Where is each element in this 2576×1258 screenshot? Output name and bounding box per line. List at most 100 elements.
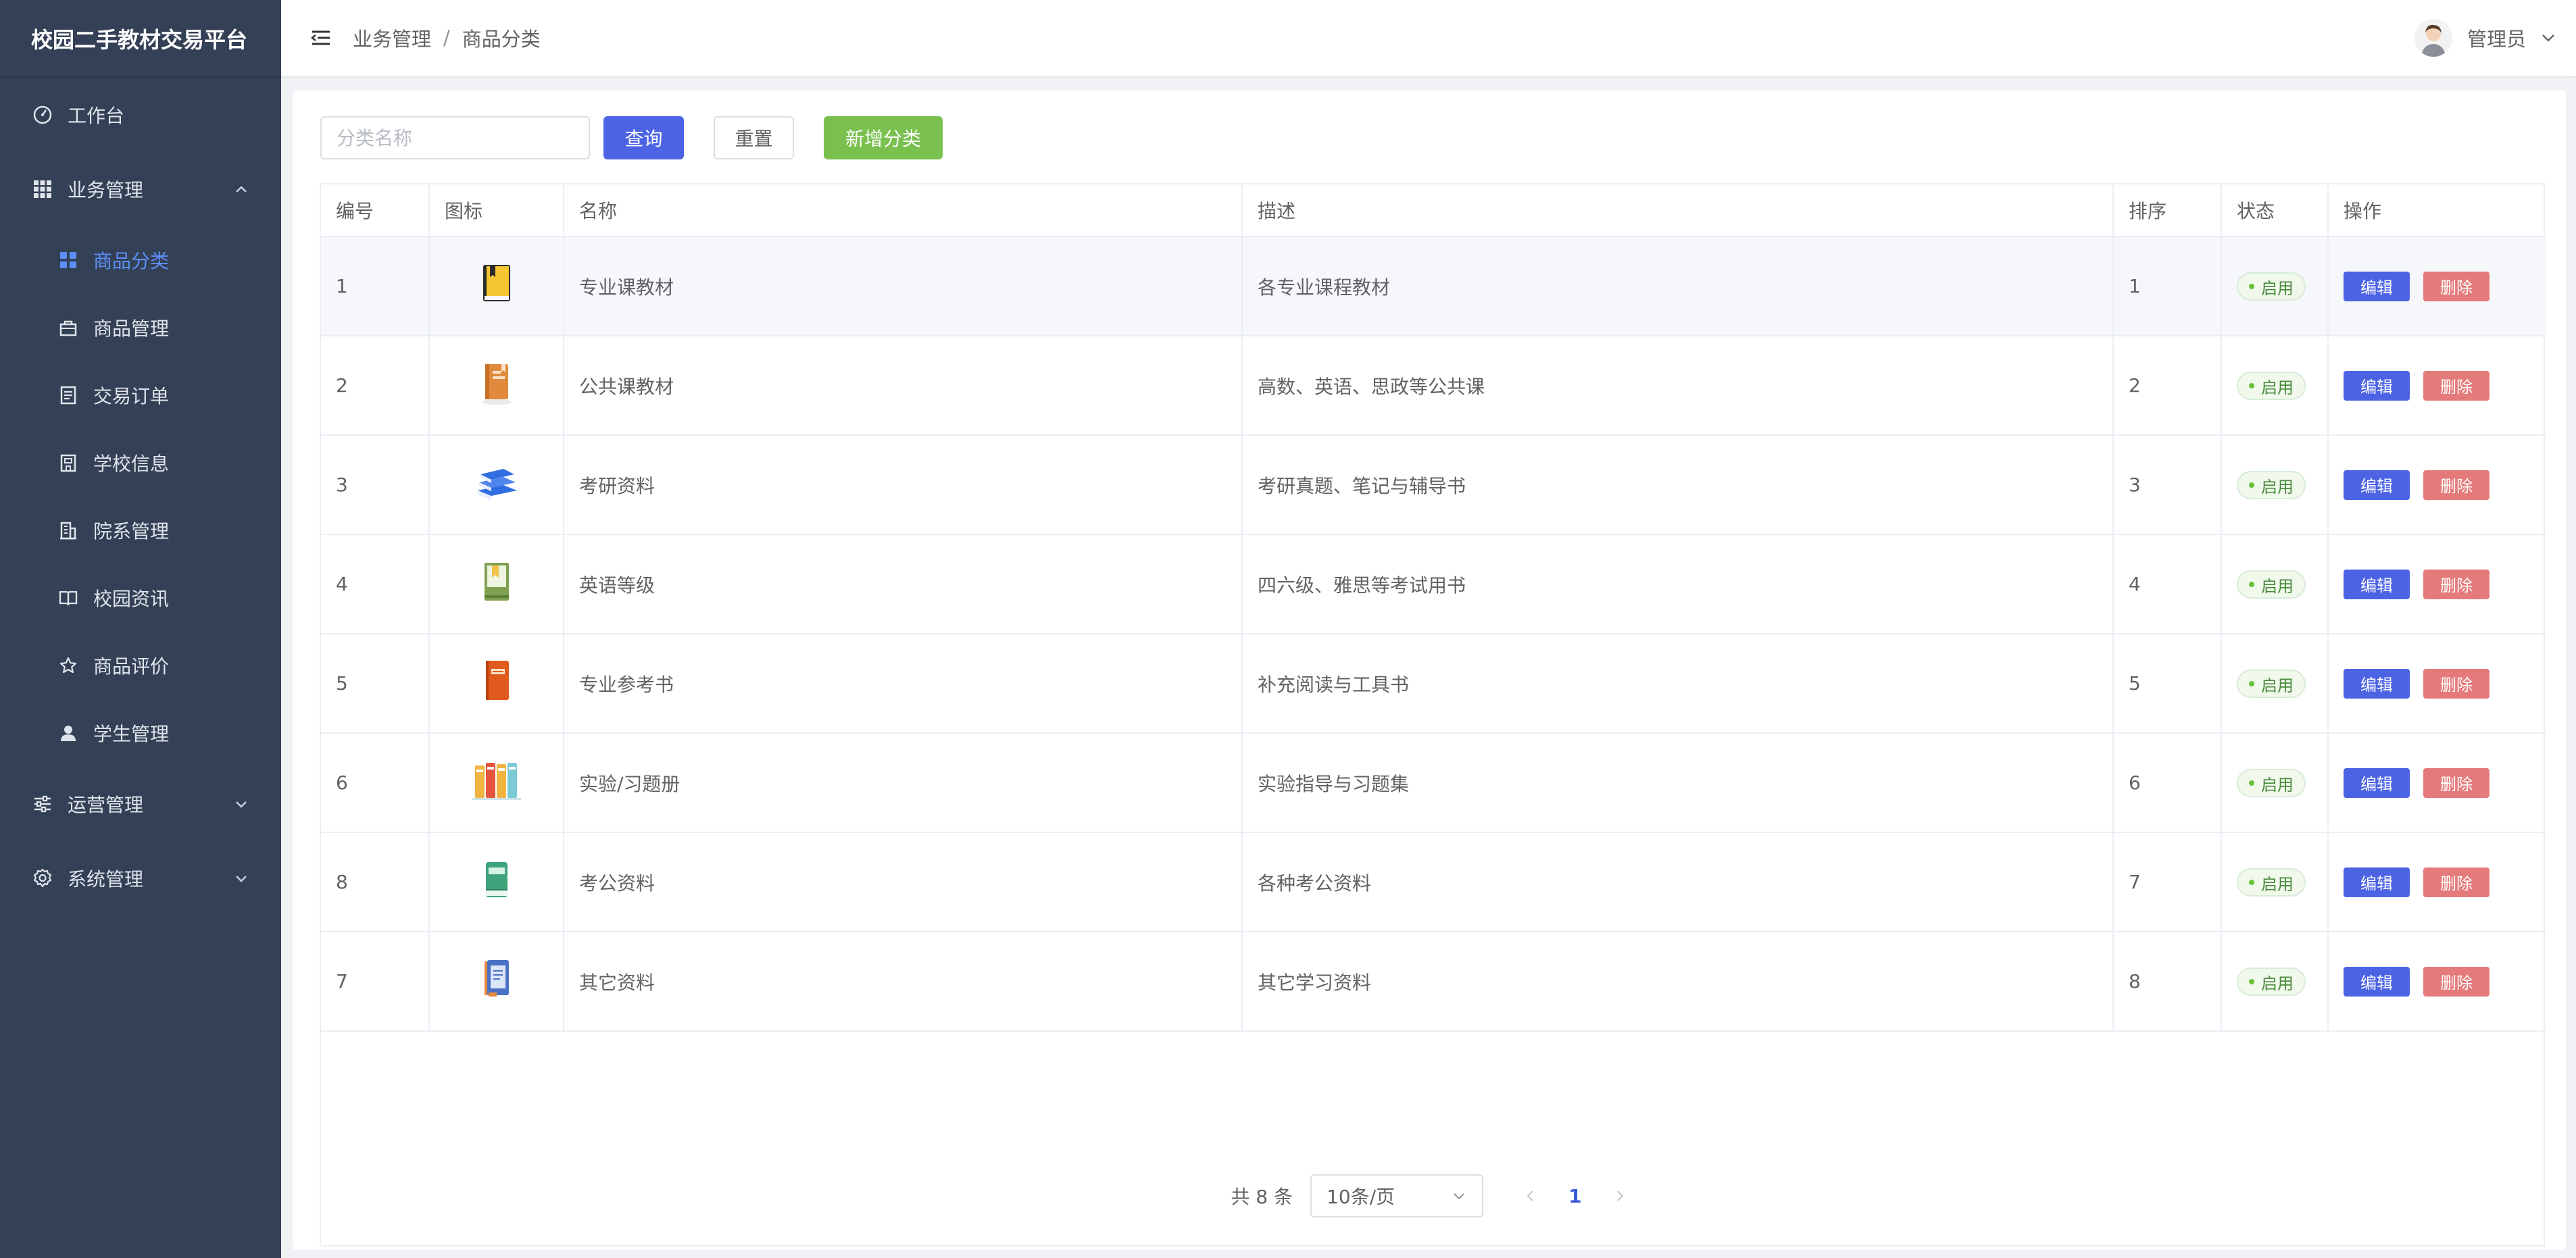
sidebar-item-reviews[interactable]: 商品评价 <box>0 632 281 699</box>
cell-sort: 2 <box>2113 336 2222 436</box>
delete-button[interactable]: 删除 <box>2423 668 2490 699</box>
edit-button[interactable]: 编辑 <box>2344 966 2410 997</box>
status-badge: 启用 <box>2237 670 2306 698</box>
cell-sort: 5 <box>2113 634 2222 734</box>
menu-fold-icon[interactable] <box>309 26 332 49</box>
blue-books-stack-icon <box>470 455 524 509</box>
cell-actions: 编辑 删除 <box>2328 932 2546 1032</box>
cell-id: 6 <box>321 733 430 833</box>
status-dot <box>2249 979 2254 984</box>
delete-button[interactable]: 删除 <box>2423 768 2490 798</box>
cell-icon <box>429 832 564 932</box>
sidebar-item-school[interactable]: 学校信息 <box>0 429 281 497</box>
page-number-current[interactable]: 1 <box>1568 1185 1581 1207</box>
binders-icon <box>470 753 524 807</box>
gear-icon <box>31 867 54 890</box>
sidebar-item-news[interactable]: 校园资讯 <box>0 564 281 632</box>
column-header: 操作 <box>2328 184 2546 237</box>
status-dot <box>2249 284 2254 289</box>
cell-status: 启用 <box>2221 832 2329 932</box>
edit-button[interactable]: 编辑 <box>2344 569 2410 599</box>
building-icon <box>57 519 80 542</box>
category-name-search-input[interactable] <box>320 116 590 159</box>
delete-button[interactable]: 删除 <box>2423 370 2490 401</box>
user-name: 管理员 <box>2467 28 2526 51</box>
sidebar-item-category[interactable]: 商品分类 <box>0 226 281 294</box>
page-size-select[interactable]: 10条/页 <box>1310 1174 1484 1217</box>
user-menu[interactable]: 管理员 <box>2414 0 2557 76</box>
sidebar-menu: 工作台 业务管理 商品分类 商品管理 交易订单 学校信息 院系管理 校园资讯 商… <box>0 78 281 915</box>
delete-button[interactable]: 删除 <box>2423 569 2490 599</box>
status-dot <box>2249 681 2254 686</box>
sidebar-item-system[interactable]: 系统管理 <box>0 841 281 915</box>
cell-actions: 编辑 删除 <box>2328 634 2546 734</box>
cell-description: 考研真题、笔记与辅导书 <box>1242 435 2114 535</box>
status-label: 启用 <box>2261 278 2294 298</box>
cell-sort: 4 <box>2113 534 2222 634</box>
cell-sort: 8 <box>2113 932 2222 1032</box>
black-book-icon <box>470 257 524 311</box>
chevron-down-icon <box>2542 34 2554 42</box>
next-page-icon[interactable] <box>1612 1188 1628 1204</box>
cell-icon <box>429 336 564 436</box>
sidebar-item-label: 学生管理 <box>93 723 170 745</box>
cell-status: 启用 <box>2221 932 2329 1032</box>
edit-button[interactable]: 编辑 <box>2344 768 2410 798</box>
breadcrumb-item-current: 商品分类 <box>462 28 541 51</box>
delete-button[interactable]: 删除 <box>2423 470 2490 500</box>
cell-id: 1 <box>321 236 430 336</box>
delete-button[interactable]: 删除 <box>2423 966 2490 997</box>
sidebar-item-label: 学校信息 <box>93 453 170 475</box>
edit-button[interactable]: 编辑 <box>2344 668 2410 699</box>
cell-actions: 编辑 删除 <box>2328 336 2546 436</box>
cell-id: 3 <box>321 435 430 535</box>
breadcrumb-item-business[interactable]: 业务管理 <box>353 24 431 52</box>
cell-description: 实验指导与习题集 <box>1242 733 2114 833</box>
sidebar-item-label: 商品管理 <box>93 318 170 340</box>
sidebar-item-departments[interactable]: 院系管理 <box>0 497 281 564</box>
delete-button[interactable]: 删除 <box>2423 271 2490 301</box>
cell-sort: 1 <box>2113 236 2222 336</box>
app-title: 校园二手教材交易平台 <box>0 0 281 78</box>
cell-name: 英语等级 <box>564 534 1243 634</box>
add-category-button[interactable]: 新增分类 <box>824 116 943 159</box>
cell-description: 各专业课程教材 <box>1242 236 2114 336</box>
sidebar-item-orders[interactable]: 交易订单 <box>0 361 281 429</box>
cell-name: 专业参考书 <box>564 634 1243 734</box>
cell-status: 启用 <box>2221 534 2329 634</box>
column-header: 编号 <box>321 184 430 237</box>
edit-button[interactable]: 编辑 <box>2344 271 2410 301</box>
cell-description: 补充阅读与工具书 <box>1242 634 2114 734</box>
cell-id: 8 <box>321 832 430 932</box>
sidebar-item-dashboard[interactable]: 工作台 <box>0 78 281 152</box>
red-book-icon <box>470 654 524 708</box>
sidebar-item-label: 工作台 <box>68 105 125 127</box>
apps-icon <box>57 249 80 272</box>
cell-name: 实验/习题册 <box>564 733 1243 833</box>
sliders-icon <box>31 792 54 815</box>
status-label: 启用 <box>2261 775 2294 795</box>
status-dot <box>2249 482 2254 488</box>
edit-button[interactable]: 编辑 <box>2344 867 2410 897</box>
cell-name: 公共课教材 <box>564 336 1243 436</box>
blue-notebook-icon <box>470 952 524 1006</box>
sidebar-item-label: 商品评价 <box>93 655 170 678</box>
status-badge: 启用 <box>2237 967 2306 996</box>
edit-button[interactable]: 编辑 <box>2344 370 2410 401</box>
sidebar-item-students[interactable]: 学生管理 <box>0 699 281 767</box>
sidebar-item-label: 系统管理 <box>68 868 144 890</box>
prev-page-icon[interactable] <box>1522 1188 1539 1204</box>
sidebar-item-products[interactable]: 商品管理 <box>0 294 281 361</box>
cell-id: 2 <box>321 336 430 436</box>
sidebar-item-operations[interactable]: 运营管理 <box>0 767 281 841</box>
cell-sort: 3 <box>2113 435 2222 535</box>
reset-button[interactable]: 重置 <box>714 116 794 159</box>
status-badge: 启用 <box>2237 570 2306 599</box>
breadcrumb-separator: / <box>443 26 450 49</box>
cell-icon <box>429 534 564 634</box>
edit-button[interactable]: 编辑 <box>2344 470 2410 500</box>
delete-button[interactable]: 删除 <box>2423 867 2490 897</box>
sidebar-item-business[interactable]: 业务管理 <box>0 152 281 226</box>
cell-description: 高数、英语、思政等公共课 <box>1242 336 2114 436</box>
query-button[interactable]: 查询 <box>603 116 684 159</box>
